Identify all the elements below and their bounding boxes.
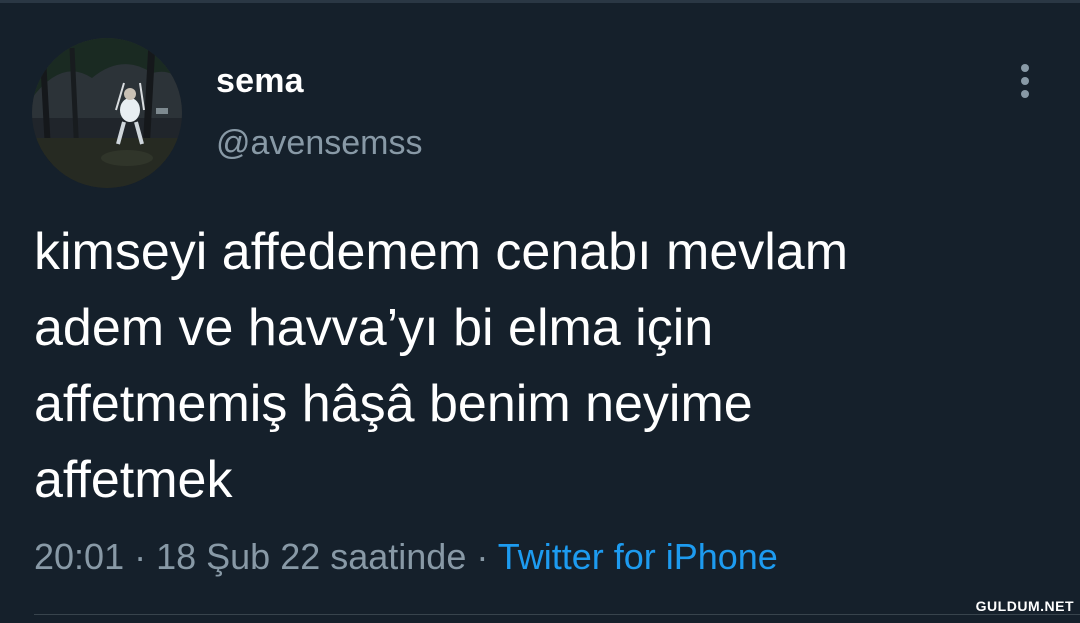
more-options-button[interactable] — [1004, 60, 1046, 102]
tweet-text-line: kimseyi affedemem cenabı mevlam — [34, 223, 849, 281]
tweet-source-link[interactable]: Twitter for iPhone — [498, 536, 778, 577]
top-divider — [0, 0, 1080, 3]
watermark: GULDUM.NET — [969, 598, 1074, 614]
avatar[interactable] — [32, 38, 182, 188]
tweet-meta: 20:01 · 18 Şub 22 saatinde · Twitter for… — [34, 536, 778, 578]
avatar-photo — [32, 38, 182, 188]
bottom-divider — [34, 614, 1080, 615]
meta-separator: · — [124, 536, 157, 577]
tweet-text-line: affetmek — [34, 451, 233, 509]
tweet-text-line: adem ve havva’yı bi elma için — [34, 299, 714, 357]
tweet-text-line: affetmemiş hâşâ benim neyime — [34, 375, 753, 433]
more-vertical-icon — [1021, 64, 1029, 98]
tweet-time[interactable]: 20:01 — [34, 536, 124, 577]
user-handle[interactable]: @avensemss — [216, 124, 422, 163]
display-name[interactable]: sema — [216, 62, 304, 101]
tweet-text: kimseyi affedemem cenabı mevlam adem ve … — [34, 214, 1044, 518]
meta-separator: · — [466, 536, 498, 577]
tweet-date[interactable]: 18 Şub 22 saatinde — [156, 536, 466, 577]
